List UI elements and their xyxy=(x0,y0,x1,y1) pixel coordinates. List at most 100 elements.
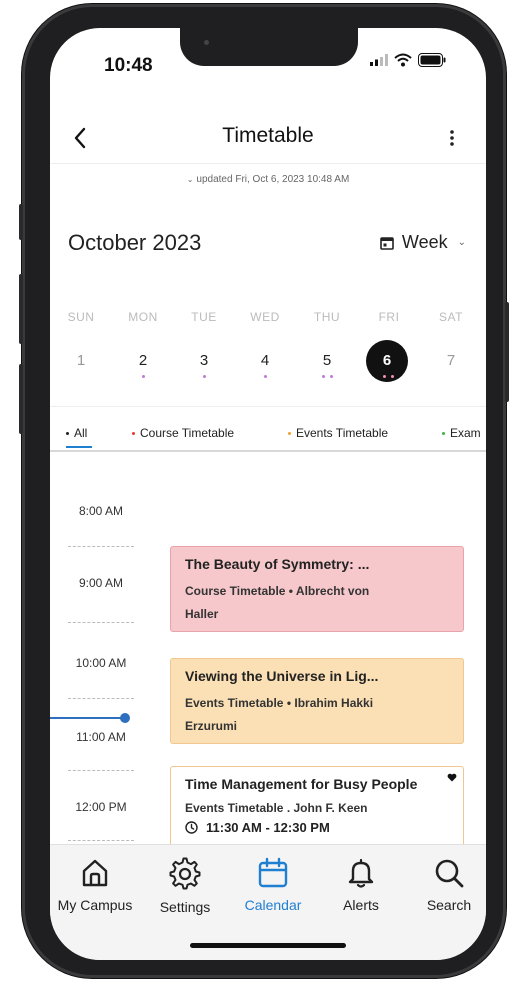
top-app-bar: Timetable xyxy=(50,116,486,160)
event-title: Viewing the Universe in Lig... xyxy=(185,668,379,684)
power-button xyxy=(505,302,509,402)
gear-icon xyxy=(169,857,201,890)
status-time: 10:48 xyxy=(104,55,153,76)
week-days: 1 2 3 4 5 6 7 xyxy=(50,340,486,390)
event-dot xyxy=(383,375,386,378)
mute-switch xyxy=(19,204,23,240)
time-label: 9:00 AM xyxy=(78,576,124,590)
tab-alerts[interactable]: Alerts xyxy=(316,857,406,913)
month-title: October 2023 xyxy=(68,230,202,255)
view-selector[interactable]: Week ⌄ xyxy=(380,232,466,253)
event-subtitle: Course Timetable • Albrecht von xyxy=(185,584,370,598)
tab-calendar[interactable]: Calendar xyxy=(228,857,318,913)
weekday-label: WED xyxy=(250,310,280,324)
filter-tab-course[interactable]: Course Timetable xyxy=(132,426,234,440)
camera xyxy=(204,40,209,45)
event-subtitle: Events Timetable . John F. Keen xyxy=(185,801,368,815)
event-dot xyxy=(330,375,333,378)
bell-icon xyxy=(348,858,374,888)
battery-icon xyxy=(418,53,446,67)
more-options-button[interactable] xyxy=(444,122,460,154)
tab-label: Calendar xyxy=(244,897,302,913)
weekday-label: SUN xyxy=(67,310,95,324)
home-icon xyxy=(82,859,108,887)
filter-dot xyxy=(66,431,69,435)
weekday-label: SAT xyxy=(439,310,463,324)
event-title: Time Management for Busy People xyxy=(185,776,418,792)
app-screen: 10:48 Timetable ⌄ updated Fri, Oct 6, 20… xyxy=(50,28,486,960)
filter-label: Events Timetable xyxy=(296,426,389,440)
tab-label: Alerts xyxy=(343,897,379,913)
calendar-small-icon xyxy=(380,236,394,250)
half-hour-divider xyxy=(68,622,134,623)
chevron-down-icon: ⌄ xyxy=(186,175,194,184)
event-dot xyxy=(142,375,145,378)
divider xyxy=(50,406,486,407)
filter-label: Exam xyxy=(450,426,481,440)
event-dot xyxy=(322,375,325,378)
signal-icon xyxy=(370,54,388,66)
filter-dot xyxy=(132,431,135,435)
status-icons xyxy=(370,53,446,67)
event-card[interactable]: Time Management for Busy People Events T… xyxy=(170,766,464,852)
page-title: Timetable xyxy=(222,124,314,147)
filter-tab-exam[interactable]: Exam xyxy=(442,426,481,440)
filter-tab-events[interactable]: Events Timetable xyxy=(288,426,388,440)
volume-down-button xyxy=(19,364,23,434)
event-dot xyxy=(391,375,394,378)
event-title: The Beauty of Symmetry: ... xyxy=(185,556,370,572)
volume-up-button xyxy=(19,274,23,344)
time-label: 12:00 PM xyxy=(75,800,127,814)
tab-search[interactable]: Search xyxy=(404,857,486,913)
heart-icon[interactable] xyxy=(447,773,457,782)
time-label: 10:00 AM xyxy=(75,656,127,670)
event-card[interactable]: The Beauty of Symmetry: ... Course Timet… xyxy=(170,546,464,632)
more-vertical-icon xyxy=(450,130,454,146)
last-updated-text: updated Fri, Oct 6, 2023 10:48 AM xyxy=(196,174,350,185)
event-subtitle: Erzurumi xyxy=(185,719,238,733)
event-card[interactable]: Viewing the Universe in Lig... Events Ti… xyxy=(170,658,464,744)
half-hour-divider xyxy=(68,840,134,841)
half-hour-divider xyxy=(68,546,134,547)
event-dot xyxy=(264,375,267,378)
weekday-label: TUE xyxy=(191,310,217,324)
filter-label: Course Timetable xyxy=(140,426,235,440)
search-icon xyxy=(435,859,464,888)
header-divider xyxy=(50,163,486,164)
weekday-label: THU xyxy=(313,310,341,324)
half-hour-divider xyxy=(68,698,134,699)
tab-label: Settings xyxy=(159,899,211,915)
filter-tabs: All Course Timetable Events Timetable Ex… xyxy=(50,426,486,448)
tab-my-campus[interactable]: My Campus xyxy=(50,857,140,913)
tab-label: My Campus xyxy=(57,897,133,913)
current-time-line xyxy=(50,717,126,719)
home-indicator xyxy=(190,943,346,948)
active-filter-indicator xyxy=(66,446,92,448)
bottom-tab-bar: My Campus Settings Calendar Alerts Searc… xyxy=(50,844,486,960)
tab-label: Search xyxy=(426,897,472,913)
time-label: 11:00 AM xyxy=(76,730,126,744)
event-dot xyxy=(203,375,206,378)
calendar-icon xyxy=(258,857,288,888)
day-event-dots xyxy=(50,375,486,381)
filter-dot xyxy=(442,431,445,435)
weekday-header: SUN MON TUE WED THU FRI SAT xyxy=(50,310,486,326)
notch xyxy=(180,28,358,66)
filter-tab-all[interactable]: All xyxy=(66,426,87,440)
weekday-label: MON xyxy=(128,310,158,324)
tab-settings[interactable]: Settings xyxy=(140,857,230,915)
clock-icon xyxy=(185,821,198,834)
wifi-icon xyxy=(394,53,412,67)
timeline[interactable]: 8:00 AM 9:00 AM 10:00 AM 11:00 AM 12:00 … xyxy=(50,452,486,852)
event-time: 11:30 AM - 12:30 PM xyxy=(185,820,449,835)
current-time-dot xyxy=(120,713,130,723)
last-updated[interactable]: ⌄ updated Fri, Oct 6, 2023 10:48 AM xyxy=(50,174,486,185)
filter-dot xyxy=(288,431,291,435)
event-subtitle: Events Timetable • Ibrahim Hakki xyxy=(185,696,374,710)
filter-label: All xyxy=(74,426,88,440)
chevron-down-icon: ⌄ xyxy=(457,237,466,248)
time-label: 8:00 AM xyxy=(78,504,124,518)
view-selector-label: Week xyxy=(401,232,448,252)
event-time-range: 11:30 AM - 12:30 PM xyxy=(206,820,330,835)
weekday-label: FRI xyxy=(378,310,400,324)
